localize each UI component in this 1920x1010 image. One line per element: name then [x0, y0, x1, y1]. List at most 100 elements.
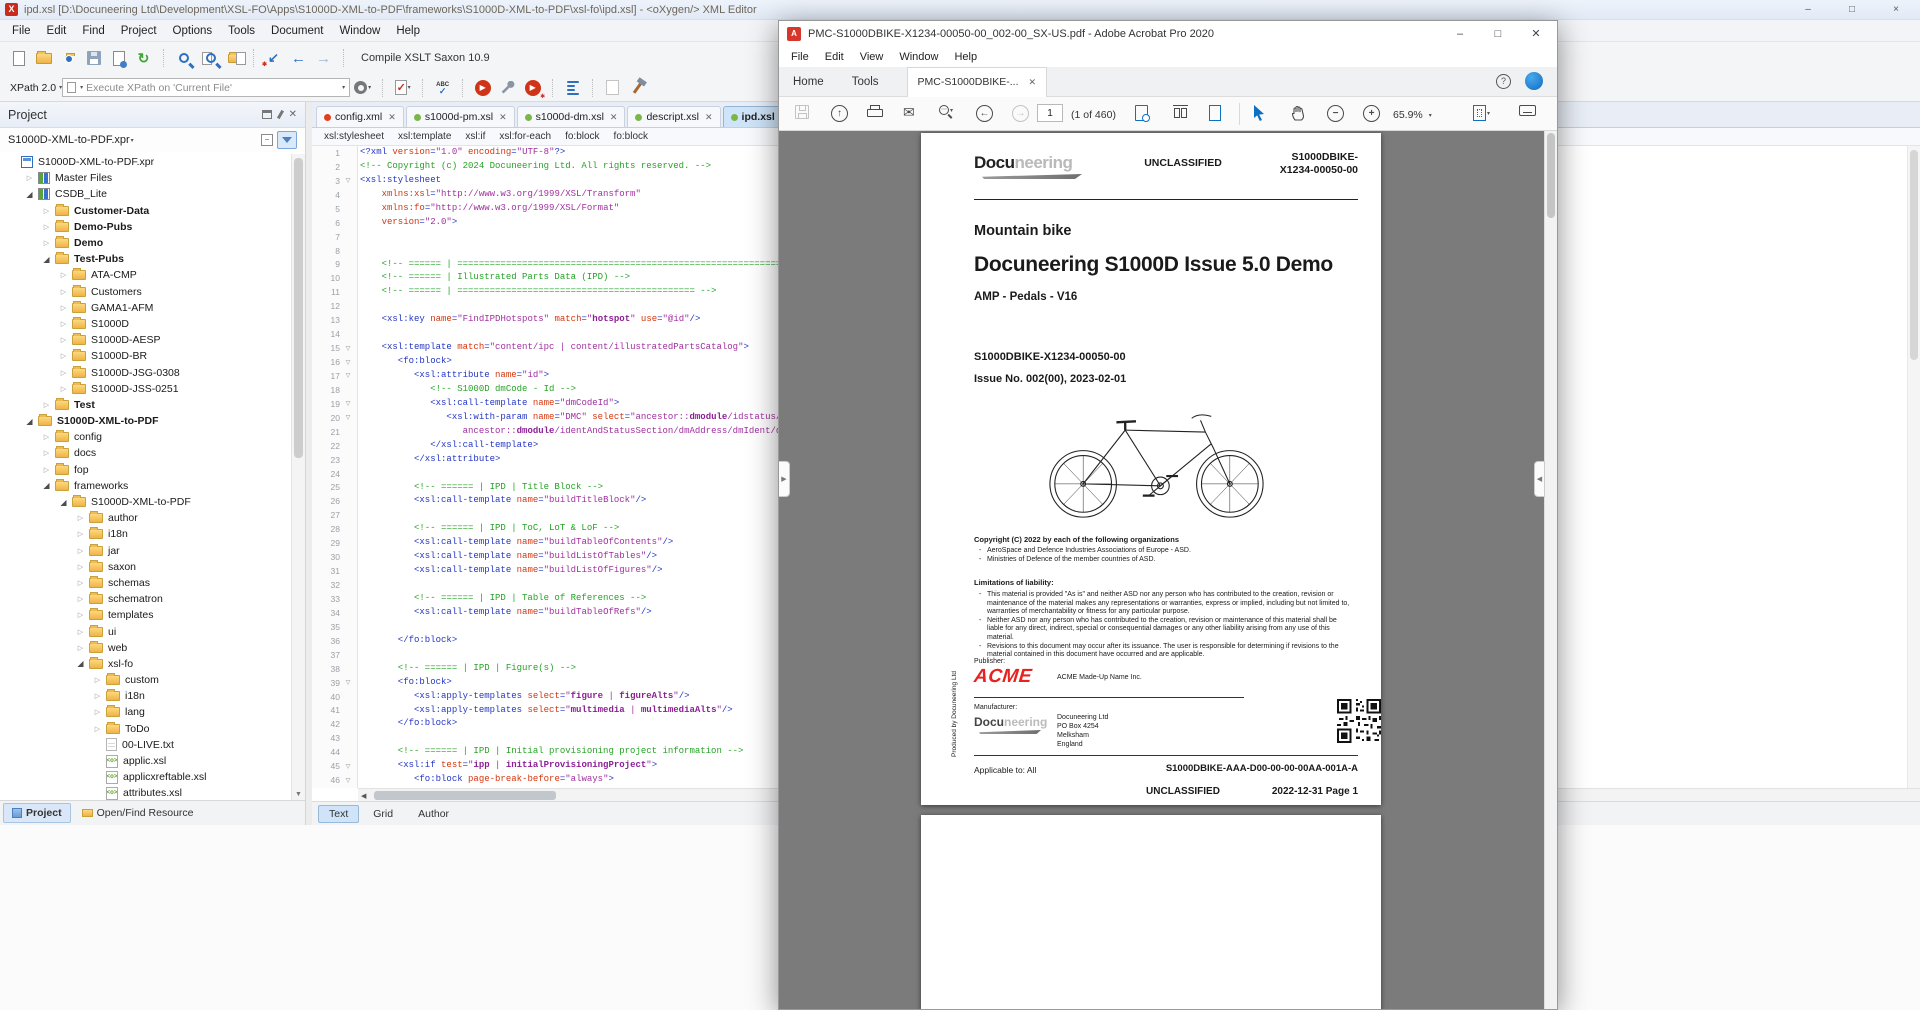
project-tree[interactable]: S1000D-XML-to-PDF.xpr▷Master Files◢CSDB_…	[0, 154, 291, 800]
close-tab-icon[interactable]: ✕	[705, 112, 713, 123]
acrobat-menu-edit[interactable]: Edit	[817, 49, 852, 65]
project-tree-item-i18n[interactable]: ▷i18n	[0, 526, 291, 542]
oxygen-menu-window[interactable]: Window	[331, 22, 388, 40]
project-tree-item-Demo[interactable]: ▷Demo	[0, 235, 291, 251]
expand-icon[interactable]: ▷	[74, 547, 87, 555]
expand-icon[interactable]: ▷	[57, 336, 70, 344]
project-tree-item-S1000D[interactable]: ▷S1000D	[0, 316, 291, 332]
zoom-tools-button[interactable]: ⋯▾	[939, 105, 953, 115]
expand-icon[interactable]: ▷	[91, 676, 104, 684]
oxygen-menu-project[interactable]: Project	[113, 22, 165, 40]
expand-icon[interactable]: ▷	[40, 207, 53, 215]
project-tree-item-Test[interactable]: ▷Test	[0, 397, 291, 413]
expand-icon[interactable]: ▷	[91, 708, 104, 716]
editor-tab-s1000d-dm.xsl[interactable]: s1000d-dm.xsl✕	[517, 106, 626, 127]
fit-width-button[interactable]: ▾	[1473, 105, 1490, 121]
page-number-input[interactable]: 1	[1037, 104, 1063, 122]
oxygen-close-button[interactable]: ×	[1874, 0, 1918, 20]
project-settings-button[interactable]	[277, 131, 297, 149]
debug-scenario-button[interactable]: ▶	[520, 76, 545, 100]
expand-icon[interactable]: ▷	[57, 369, 70, 377]
expand-icon[interactable]: ▷	[74, 514, 87, 522]
xpath-input[interactable]: ▾ Execute XPath on 'Current File' ▾	[62, 78, 350, 97]
collapse-icon[interactable]: ◢	[23, 190, 36, 199]
format-indent-button[interactable]	[560, 76, 585, 100]
help-icon[interactable]: ?	[1496, 74, 1511, 89]
project-tree-item-lang[interactable]: ▷lang	[0, 704, 291, 720]
expand-icon[interactable]: ▷	[40, 239, 53, 247]
page-thumbnails-button[interactable]	[1209, 105, 1221, 121]
save-to-url-button[interactable]	[106, 46, 131, 70]
project-tree-item-GAMA1-AFM[interactable]: ▷GAMA1-AFM	[0, 300, 291, 316]
expand-icon[interactable]: ▷	[23, 174, 36, 182]
find-button[interactable]	[1135, 105, 1148, 121]
toolbar-options-button[interactable]	[1519, 105, 1536, 116]
scrollbar-thumb[interactable]	[1910, 150, 1918, 360]
zoom-out-button[interactable]: −	[1327, 105, 1344, 122]
project-tree-item-fop[interactable]: ▷fop	[0, 462, 291, 478]
expand-icon[interactable]: ▷	[40, 223, 53, 231]
tab-tools[interactable]: Tools	[838, 69, 893, 95]
previous-page-button[interactable]: ←	[976, 105, 993, 122]
acrobat-minimize-button[interactable]: –	[1441, 21, 1479, 47]
fold-marker-icon[interactable]: ▽	[340, 414, 356, 421]
collapse-icon[interactable]: ◢	[40, 481, 53, 490]
project-tree-item-jar[interactable]: ▷jar	[0, 543, 291, 559]
project-tree-item-S1000D-JSG-0308[interactable]: ▷S1000D-JSG-0308	[0, 364, 291, 380]
avatar[interactable]	[1525, 72, 1543, 90]
scrollbar-thumb[interactable]	[1547, 133, 1555, 218]
oxygen-menu-document[interactable]: Document	[263, 22, 331, 40]
document-area[interactable]: Docuneering UNCLASSIFIED S1000DBIKE- X12…	[779, 131, 1557, 1009]
project-tree-item-Test-Pubs[interactable]: ◢Test-Pubs	[0, 251, 291, 267]
zoom-in-button[interactable]: +	[1363, 105, 1380, 122]
expand-icon[interactable]: ▷	[91, 692, 104, 700]
project-tree-item-frameworks[interactable]: ◢frameworks	[0, 478, 291, 494]
xpath-settings-button[interactable]: ▾	[350, 76, 375, 100]
expand-icon[interactable]: ▷	[74, 530, 87, 538]
project-tree-item-ui[interactable]: ▷ui	[0, 623, 291, 639]
project-selector[interactable]: S1000D-XML-to-PDF.xpr	[8, 134, 130, 146]
xpath-version-selector[interactable]: XPath 2.0	[10, 82, 56, 94]
project-tree-scrollbar[interactable]: ▼	[291, 154, 305, 800]
float-panel-icon[interactable]	[262, 110, 272, 119]
navigate-back-button[interactable]: ←	[286, 46, 311, 70]
expand-icon[interactable]: ▷	[40, 433, 53, 441]
close-tab-icon[interactable]: ✕	[388, 112, 396, 123]
oxygen-menu-edit[interactable]: Edit	[39, 22, 75, 40]
expand-icon[interactable]: ▷	[40, 449, 53, 457]
oxygen-menu-tools[interactable]: Tools	[220, 22, 263, 40]
expand-icon[interactable]: ▷	[57, 288, 70, 296]
open-file-button[interactable]	[31, 46, 56, 70]
project-tree-item-S1000D-XML-to-PDF.xpr[interactable]: S1000D-XML-to-PDF.xpr	[0, 154, 291, 170]
scroll-left-icon[interactable]: ◀	[361, 792, 366, 800]
project-tree-item-S1000D-AESP[interactable]: ▷S1000D-AESP	[0, 332, 291, 348]
tab-home[interactable]: Home	[779, 69, 838, 95]
configure-transformation-button[interactable]	[495, 76, 520, 100]
acrobat-menu-view[interactable]: View	[852, 49, 892, 65]
email-button[interactable]: ✉	[903, 105, 915, 119]
breadcrumb-item[interactable]: fo:block	[614, 131, 648, 142]
last-modification-button[interactable]: ↙	[261, 46, 286, 70]
validate-button[interactable]: ▾	[390, 76, 415, 100]
scrollbar-thumb[interactable]	[294, 158, 303, 458]
project-tree-item-i18n[interactable]: ▷i18n	[0, 688, 291, 704]
expand-icon[interactable]: ▷	[74, 611, 87, 619]
acrobat-close-button[interactable]: ✕	[1517, 21, 1555, 47]
collapse-icon[interactable]: ◢	[40, 255, 53, 264]
fold-marker-icon[interactable]: ▽	[340, 372, 356, 379]
acrobat-maximize-button[interactable]: □	[1479, 21, 1517, 47]
scrollbar-down-icon[interactable]: ▼	[292, 791, 305, 798]
expand-icon[interactable]: ▷	[57, 304, 70, 312]
expand-icon[interactable]: ▷	[57, 385, 70, 393]
expand-icon[interactable]: ▷	[57, 320, 70, 328]
pin-tools-button[interactable]	[625, 76, 650, 100]
fold-marker-icon[interactable]: ▽	[340, 763, 356, 770]
project-tree-item-S1000D-JSS-0251[interactable]: ▷S1000D-JSS-0251	[0, 381, 291, 397]
apply-transformation-button[interactable]: ▶	[470, 76, 495, 100]
page-number-value[interactable]: 1	[1037, 104, 1063, 122]
project-tree-item-ToDo[interactable]: ▷ToDo	[0, 721, 291, 737]
close-tab-icon[interactable]: ✕	[610, 112, 618, 123]
project-tree-item-00-LIVE.txt[interactable]: 00-LIVE.txt	[0, 737, 291, 753]
editor-tab-descript.xsl[interactable]: descript.xsl✕	[627, 106, 720, 127]
mode-tab-grid[interactable]: Grid	[362, 805, 404, 823]
